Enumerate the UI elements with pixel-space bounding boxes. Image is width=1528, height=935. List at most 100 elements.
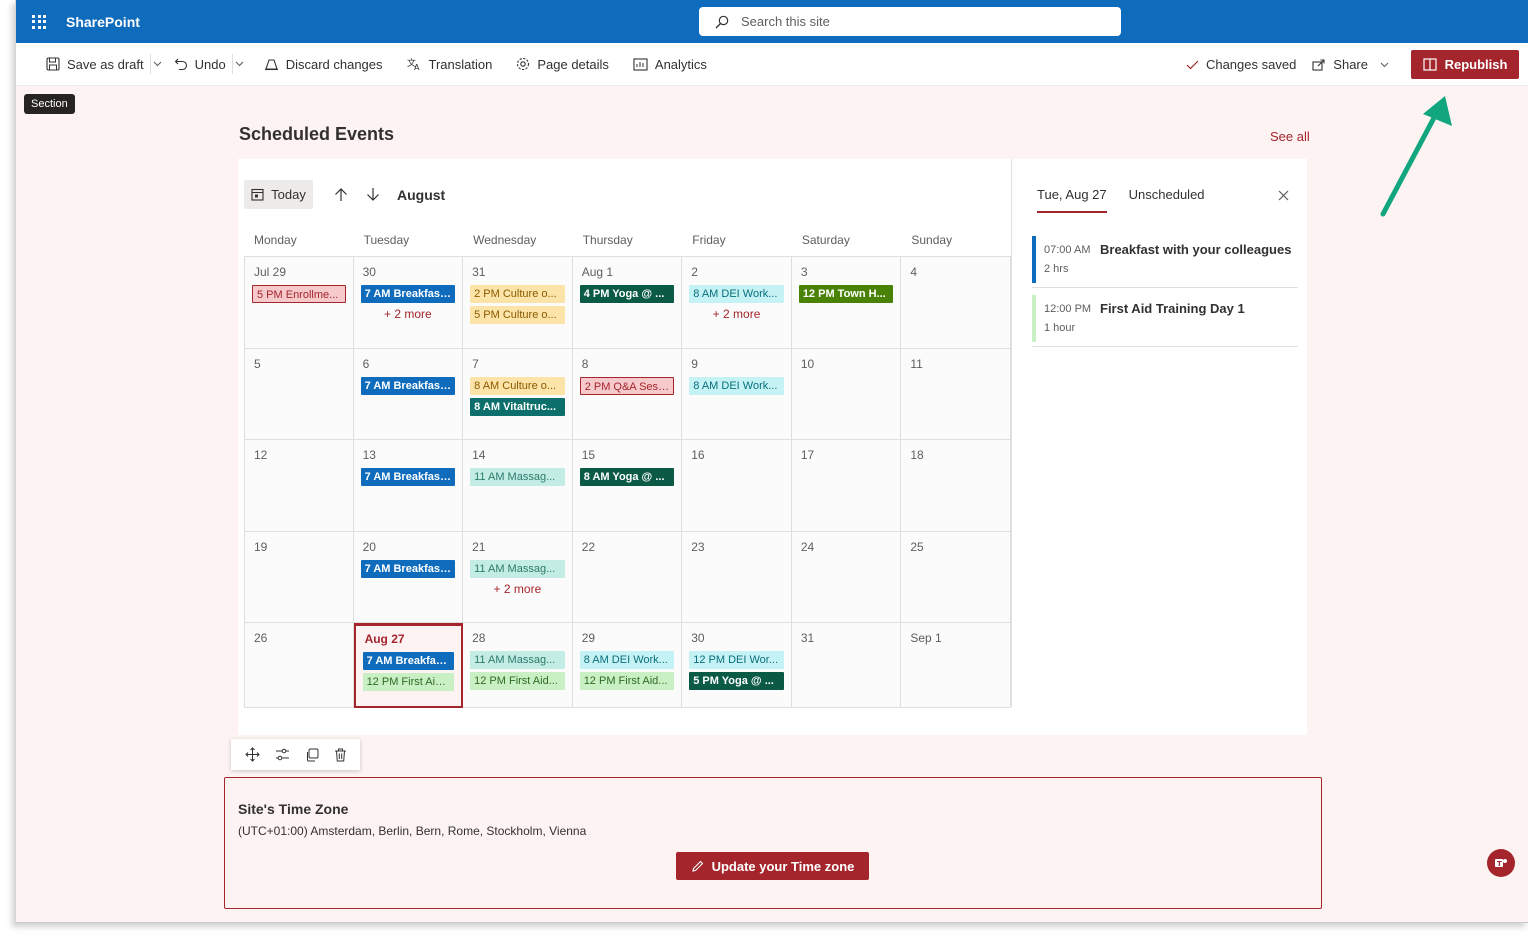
calendar-event[interactable]: 7 AM Breakfast... (360, 559, 456, 578)
edit-properties-icon[interactable] (275, 748, 290, 761)
calendar-day[interactable]: Aug 1 4 PM Yoga @ ... (572, 257, 683, 349)
share-button[interactable]: Share (1304, 43, 1397, 86)
calendar-day[interactable]: 19 (244, 531, 354, 623)
calendar-event[interactable]: 12 PM Town H... (798, 285, 894, 303)
day-number: 12 (254, 448, 268, 462)
undo-options-chevron-icon[interactable] (231, 54, 248, 74)
calendar-day[interactable]: 18 (901, 440, 1011, 532)
calendar-day[interactable]: 17 (791, 440, 902, 532)
calendar-day[interactable]: 12 (244, 440, 354, 532)
agenda-item[interactable]: 07:00 AM Breakfast with your colleagues 2 … (1032, 231, 1298, 288)
calendar-event[interactable]: 11 AM Massag... (470, 651, 565, 669)
calendar-day[interactable]: 31 (791, 623, 902, 708)
calendar-event[interactable]: 4 PM Yoga @ ... (579, 285, 675, 303)
discard-icon (264, 59, 278, 71)
agenda-title: First Aid Training Day 1 (1100, 301, 1245, 316)
app-name[interactable]: SharePoint (66, 14, 140, 30)
calendar-event[interactable]: 5 PM Yoga @ ... (689, 672, 784, 690)
calendar-day[interactable]: 31 2 PM Culture o... 5 PM Culture o... (463, 257, 573, 349)
calendar-day[interactable]: 22 (572, 531, 683, 623)
more-events-link[interactable]: + 2 more (470, 581, 565, 598)
save-options-chevron-icon[interactable] (149, 54, 166, 74)
calendar-day[interactable]: 20 7 AM Breakfast... (353, 531, 464, 623)
calendar-day[interactable]: 9 8 AM DEI Work... (682, 348, 792, 440)
calendar-day[interactable]: 6 7 AM Breakfast... (353, 348, 464, 440)
calendar-event[interactable]: 8 AM Vitaltruc... (470, 397, 565, 416)
calendar-event[interactable]: 8 AM Yoga @ ... (579, 468, 675, 486)
calendar-event[interactable]: 7 AM Breakfast... (360, 468, 456, 486)
more-events-link[interactable]: + 2 more (361, 306, 456, 323)
calendar-day[interactable]: 29 8 AM DEI Work... 12 PM First Aid... (572, 623, 683, 708)
calendar-day[interactable]: 5 (244, 348, 354, 440)
more-events-link[interactable]: + 2 more (689, 306, 784, 323)
calendar-event[interactable]: 2 PM Q&A Sess... (579, 376, 675, 395)
calendar-event[interactable]: 11 AM Massag... (470, 559, 565, 578)
weekday-label: Wednesday (473, 233, 537, 247)
today-button[interactable]: Today (244, 180, 313, 209)
calendar-event[interactable]: 8 AM Culture o... (470, 376, 565, 395)
calendar-day[interactable]: 11 (901, 348, 1011, 440)
calendar-event[interactable]: 7 AM Breakfast... (362, 652, 455, 670)
calendar-event[interactable]: 5 PM Culture o... (470, 306, 565, 324)
calendar-day[interactable]: 14 11 AM Massag... (463, 440, 573, 532)
calendar-day[interactable]: 2 8 AM DEI Work... + 2 more (682, 257, 792, 349)
calendar-event[interactable]: 2 PM Culture o... (470, 285, 565, 303)
calendar-event[interactable]: 12 PM First Aid... (362, 673, 455, 691)
calendar-day[interactable]: 28 11 AM Massag... 12 PM First Aid... (463, 623, 573, 708)
calendar-event[interactable]: 12 PM First Aid... (470, 672, 565, 690)
calendar-day[interactable]: 26 (244, 623, 354, 708)
calendar-day[interactable]: 8 2 PM Q&A Sess... (572, 348, 683, 440)
update-timezone-label: Update your Time zone (711, 858, 855, 874)
calendar-day[interactable]: 15 8 AM Yoga @ ... (572, 440, 683, 532)
translation-icon: 文A (407, 57, 420, 71)
calendar-day-today[interactable]: Aug 27 7 AM Breakfast... 12 PM First Aid..… (353, 623, 464, 708)
calendar-day[interactable]: 4 (901, 257, 1011, 349)
calendar-day[interactable]: 25 (901, 531, 1011, 623)
discard-changes-button[interactable]: Discard changes (256, 43, 391, 85)
calendar-day[interactable]: 30 12 PM DEI Wor... 5 PM Yoga @ ... (682, 623, 792, 708)
close-icon[interactable] (1278, 188, 1289, 206)
calendar-event[interactable]: 12 PM DEI Wor... (689, 651, 784, 669)
update-timezone-button[interactable]: Update your Time zone (676, 852, 869, 880)
calendar-day[interactable]: 16 (682, 440, 792, 532)
calendar-event[interactable]: 12 PM First Aid... (579, 672, 675, 690)
search-input[interactable]: Search this site (699, 7, 1121, 36)
day-number: Aug 27 (364, 632, 405, 646)
analytics-button[interactable]: Analytics (625, 43, 715, 85)
tab-unscheduled[interactable]: Unscheduled (1129, 187, 1205, 213)
calendar-event[interactable]: 8 AM DEI Work... (689, 376, 784, 395)
previous-month-button[interactable] (325, 180, 357, 209)
calendar-event[interactable]: 5 PM Enrollme... (252, 285, 346, 303)
republish-button[interactable]: Republish (1411, 50, 1519, 79)
move-icon[interactable] (244, 747, 260, 762)
calendar-day[interactable]: Sep 1 (901, 623, 1011, 708)
calendar-day[interactable]: 21 11 AM Massag... + 2 more (463, 531, 573, 623)
day-number: 5 (254, 356, 261, 371)
calendar-event[interactable]: 7 AM Breakfast... (360, 376, 456, 395)
undo-button[interactable]: Undo (166, 43, 234, 85)
teams-chat-icon[interactable]: T (1487, 849, 1515, 877)
calendar-day[interactable]: 30 7 AM Breakfast... + 2 more (353, 257, 464, 349)
calendar-event[interactable]: 11 AM Massag... (470, 468, 565, 486)
calendar-day[interactable]: 13 7 AM Breakfast... (353, 440, 464, 532)
delete-icon[interactable] (334, 748, 347, 762)
calendar-event[interactable]: 7 AM Breakfast... (360, 285, 456, 303)
next-month-button[interactable] (357, 180, 389, 209)
search-icon (715, 15, 729, 28)
save-as-draft-button[interactable]: Save as draft (38, 43, 152, 85)
calendar-event[interactable]: 8 AM DEI Work... (579, 651, 675, 669)
translation-button[interactable]: 文A Translation (399, 43, 501, 85)
calendar-day[interactable]: 10 (791, 348, 902, 440)
calendar-day[interactable]: 7 8 AM Culture o... 8 AM Vitaltruc... (463, 348, 573, 440)
calendar-day[interactable]: 23 (682, 531, 792, 623)
see-all-link[interactable]: See all (1270, 129, 1310, 144)
app-launcher-icon[interactable] (16, 0, 62, 43)
page-details-button[interactable]: Page details (508, 43, 617, 85)
calendar-day[interactable]: 3 12 PM Town H... (791, 257, 902, 349)
duplicate-icon[interactable] (305, 748, 319, 762)
calendar-event[interactable]: 8 AM DEI Work... (689, 285, 784, 303)
calendar-day[interactable]: 24 (791, 531, 902, 623)
tab-selected-day[interactable]: Tue, Aug 27 (1037, 187, 1107, 213)
calendar-day[interactable]: Jul 29 5 PM Enrollme... (244, 257, 354, 349)
agenda-item[interactable]: 12:00 PM First Aid Training Day 1 1 hour (1032, 290, 1298, 347)
